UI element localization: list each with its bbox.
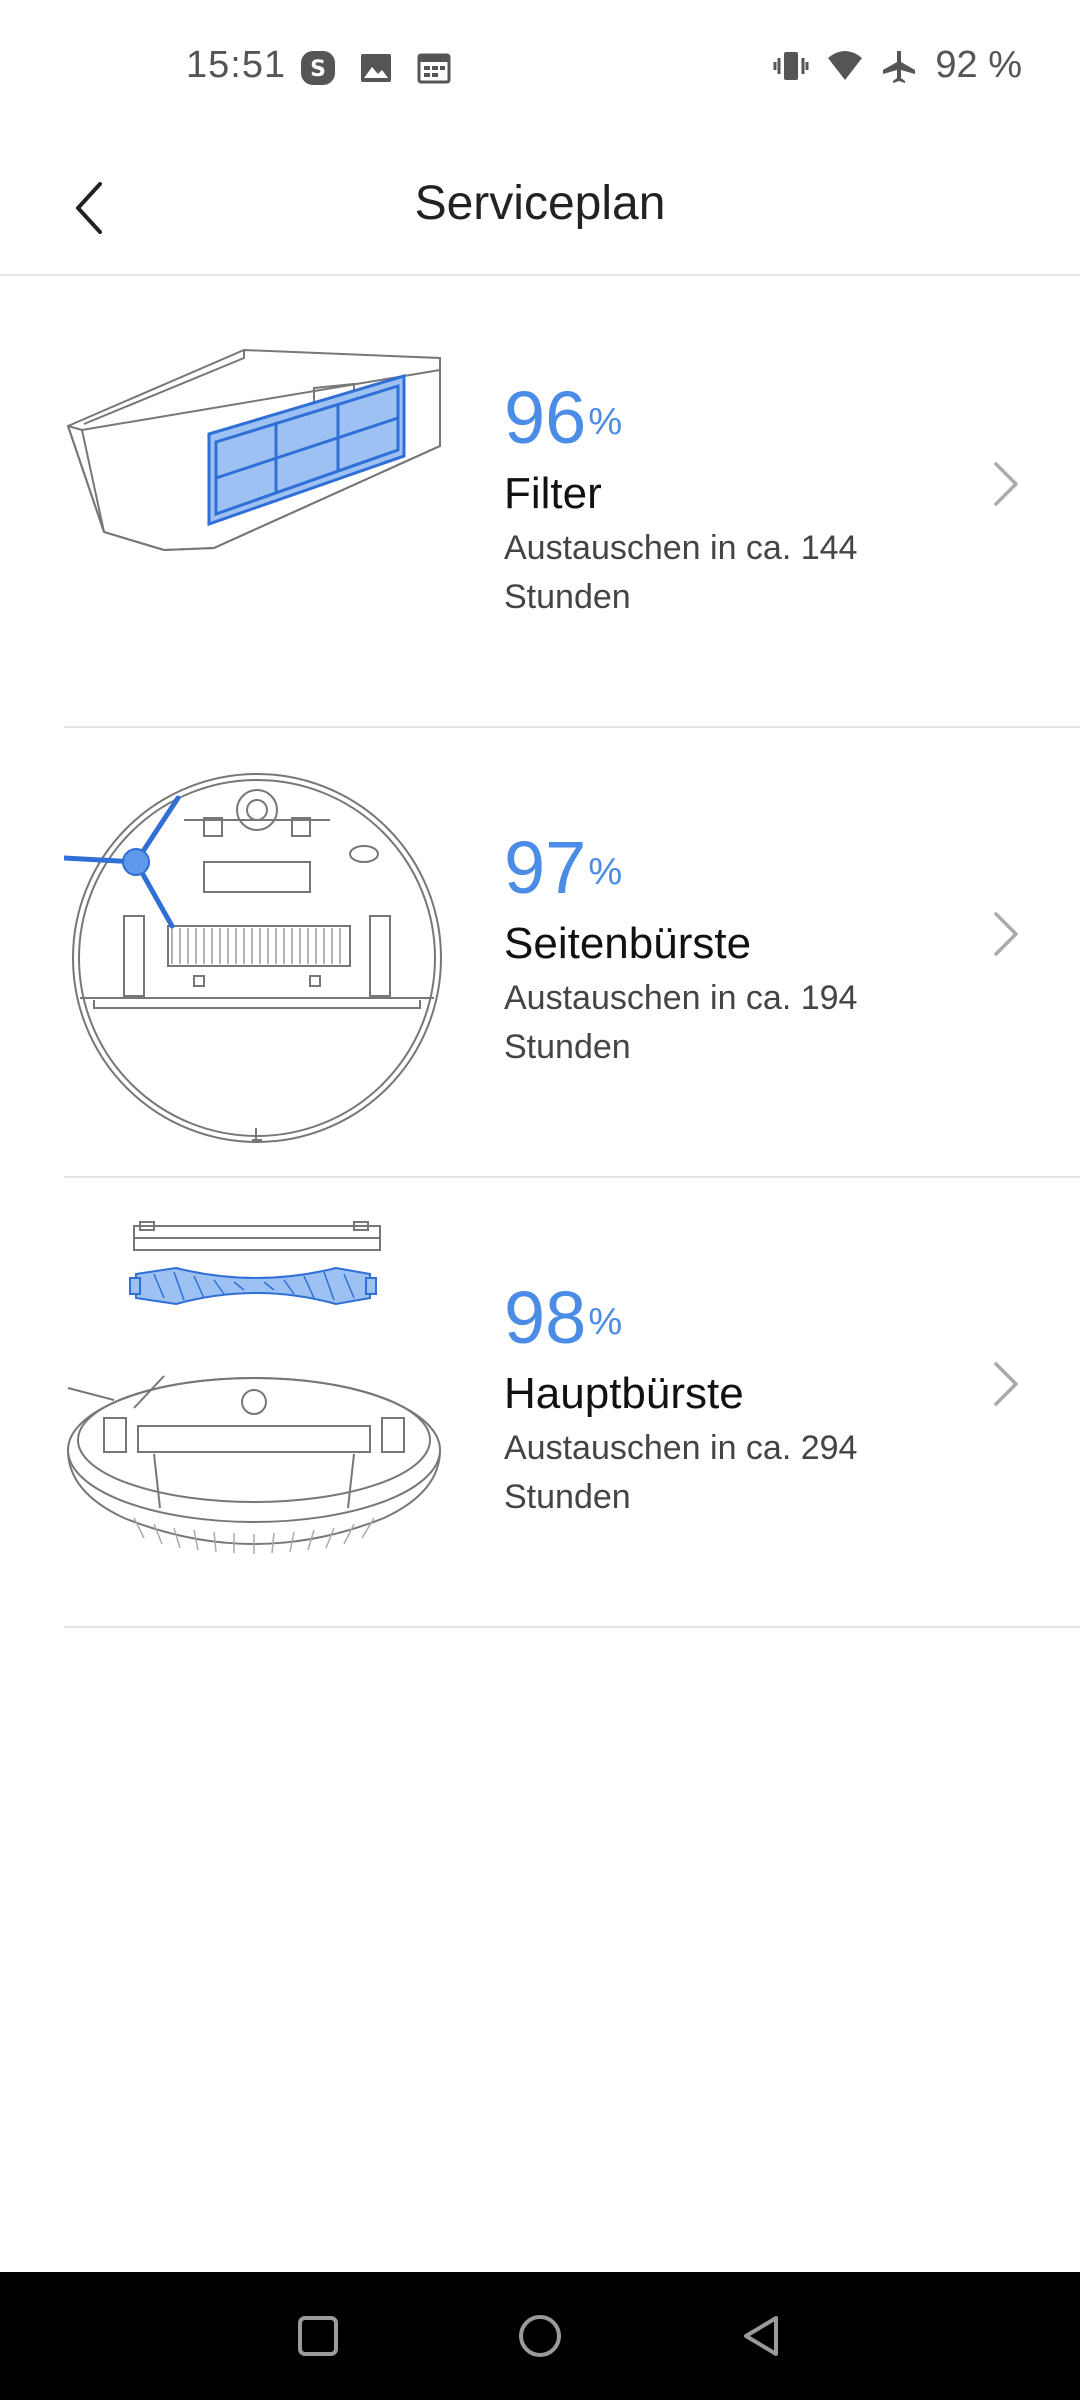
filter-illustration (66, 348, 441, 552)
percent-value: 97% (504, 828, 964, 908)
item-text: 97% Seitenbürste Austauschen in ca. 194 … (504, 828, 964, 1072)
gallery-icon (361, 54, 391, 82)
recent-apps-icon (298, 2316, 338, 2356)
percent-value: 96% (504, 378, 964, 458)
home-icon (519, 2315, 561, 2357)
status-bar: 15:51 S 92 % (0, 0, 1080, 140)
item-name: Hauptbürste (504, 1369, 744, 1418)
item-name: Seitenbürste (504, 919, 752, 968)
status-notification-icons: S (300, 50, 452, 86)
item-description: Austauschen in ca. 194 Stunden (504, 974, 964, 1072)
item-name: Filter (504, 469, 602, 518)
list-item-filter[interactable]: 96% Filter Austauschen in ca. 144 Stunde… (64, 278, 1080, 728)
percent-number: 97 (504, 826, 587, 909)
chevron-right-icon (994, 1362, 1018, 1406)
percent-number: 96 (504, 376, 587, 459)
item-description: Austauschen in ca. 144 Stunden (504, 524, 964, 622)
main-brush-illustration (67, 1221, 441, 1554)
list-item-side-brush[interactable]: 97% Seitenbürste Austauschen in ca. 194 … (64, 728, 1080, 1178)
percent-sign: % (588, 1301, 623, 1343)
battery-level: 92 % (935, 44, 1022, 86)
chevron-right-icon (994, 912, 1018, 956)
app-header: Serviceplan (0, 140, 1080, 276)
list-item-main-brush[interactable]: 98% Hauptbürste Austauschen in ca. 294 S… (64, 1178, 1080, 1628)
percent-sign: % (588, 401, 623, 443)
page-title: Serviceplan (414, 177, 666, 230)
item-description: Austauschen in ca. 294 Stunden (504, 1424, 964, 1522)
home-button[interactable] (506, 2302, 574, 2370)
vibrate-icon (773, 51, 809, 80)
back-icon (744, 2316, 778, 2356)
description-line: Stunden (504, 1028, 631, 1066)
percent-sign: % (588, 851, 623, 893)
side-brush-illustration (64, 773, 442, 1143)
calendar-icon (417, 53, 451, 84)
wifi-icon (828, 50, 863, 80)
recent-apps-button[interactable] (284, 2302, 352, 2370)
percent-value: 98% (504, 1278, 964, 1358)
description-line: Stunden (504, 1478, 631, 1516)
chevron-right-icon (994, 462, 1018, 506)
nav-back-button[interactable] (728, 2302, 796, 2370)
description-line: Stunden (504, 578, 631, 616)
system-nav-bar (0, 2272, 1080, 2400)
airplane-icon (883, 50, 916, 83)
status-system-icons: 92 % (773, 44, 1022, 87)
item-text: 98% Hauptbürste Austauschen in ca. 294 S… (504, 1278, 964, 1522)
svg-text:S: S (310, 57, 326, 82)
status-time: 15:51 (186, 44, 287, 86)
item-text: 96% Filter Austauschen in ca. 144 Stunde… (504, 378, 964, 622)
description-line: Austauschen in ca. 294 (504, 1429, 858, 1467)
percent-number: 98 (504, 1276, 587, 1359)
description-line: Austauschen in ca. 194 (504, 979, 858, 1017)
s-app-icon: S (301, 51, 335, 85)
description-line: Austauschen in ca. 144 (504, 529, 858, 567)
